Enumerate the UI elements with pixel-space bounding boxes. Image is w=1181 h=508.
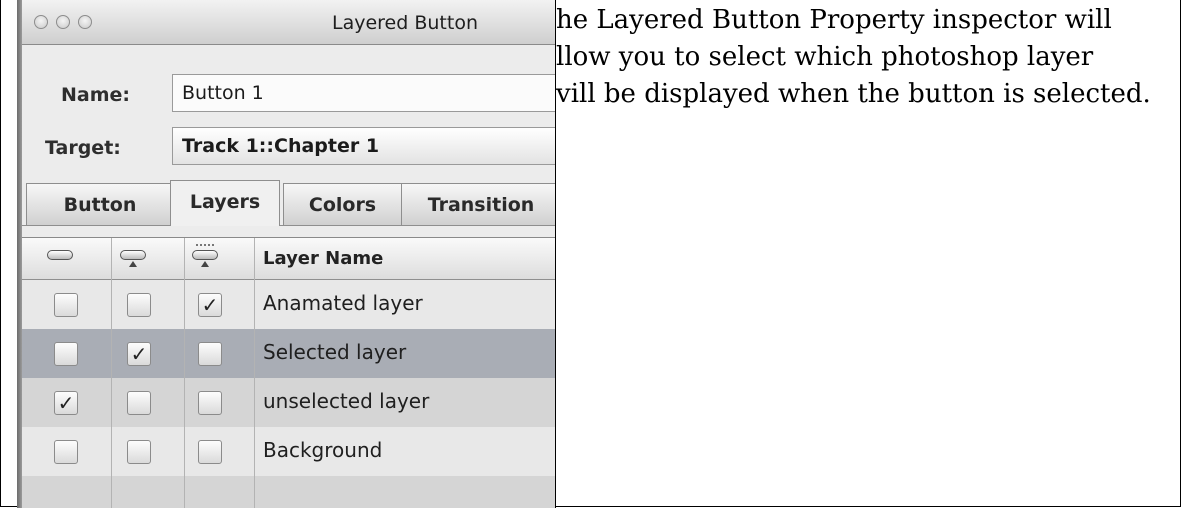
table-row[interactable]: ✓ unselected layer [22,378,555,427]
name-label: Name: [61,84,131,106]
normal-state-checkbox[interactable] [54,293,78,317]
layer-name-cell: Selected layer [263,340,407,364]
normal-state-checkbox[interactable] [54,440,78,464]
normal-state-icon [47,250,73,260]
selected-state-icon [120,250,146,267]
caption-line: vill be displayed when the button is sel… [556,79,1151,109]
empty-row [22,476,555,508]
window-titlebar[interactable]: Layered Button [22,0,555,45]
layer-name-cell: Anamated layer [263,291,423,315]
selected-state-checkbox[interactable] [127,293,151,317]
table-row[interactable]: ✓ Selected layer [22,329,555,378]
tab-button[interactable]: Button [26,183,174,225]
tab-transition[interactable]: Transition [401,183,555,225]
layer-name-column-header[interactable]: Layer Name [263,248,383,269]
caption-line: llow you to select which photoshop layer [556,42,1094,72]
column-divider [184,238,185,508]
target-select[interactable]: Track 1::Chapter 1 [172,127,555,165]
close-button[interactable] [34,15,48,29]
layer-name-cell: unselected layer [263,389,430,413]
caption-text: he Layered Button Property inspector wil… [556,2,1176,113]
tab-layers[interactable]: Layers [170,180,280,226]
activated-state-icon [192,244,218,267]
activated-state-checkbox[interactable] [198,391,222,415]
window-left-edge [17,0,22,508]
column-divider [111,238,112,508]
selected-state-checkbox[interactable]: ✓ [127,342,151,366]
window-title: Layered Button [332,12,478,34]
activated-state-checkbox[interactable] [198,342,222,366]
name-input[interactable]: Button 1 [172,74,555,112]
target-label: Target: [45,137,121,159]
normal-state-checkbox[interactable] [54,342,78,366]
caption-line: he Layered Button Property inspector wil… [556,5,1112,35]
column-divider [254,238,255,508]
zoom-button[interactable] [78,15,92,29]
layer-name-cell: Background [263,438,383,462]
table-header: Layer Name [22,238,555,280]
activated-state-checkbox[interactable] [198,440,222,464]
selected-state-checkbox[interactable] [127,440,151,464]
layered-button-inspector-window: Layered Button Name: Button 1 Target: Tr… [17,0,555,508]
layers-table: Layer Name ✓ Anamated layer ✓ Selected lay… [22,237,555,508]
minimize-button[interactable] [56,15,70,29]
table-row[interactable]: ✓ Anamated layer [22,280,555,329]
activated-state-checkbox[interactable]: ✓ [198,293,222,317]
tab-colors[interactable]: Colors [283,183,402,225]
selected-state-checkbox[interactable] [127,391,151,415]
normal-state-checkbox[interactable]: ✓ [54,391,78,415]
table-row[interactable]: Background [22,427,555,476]
